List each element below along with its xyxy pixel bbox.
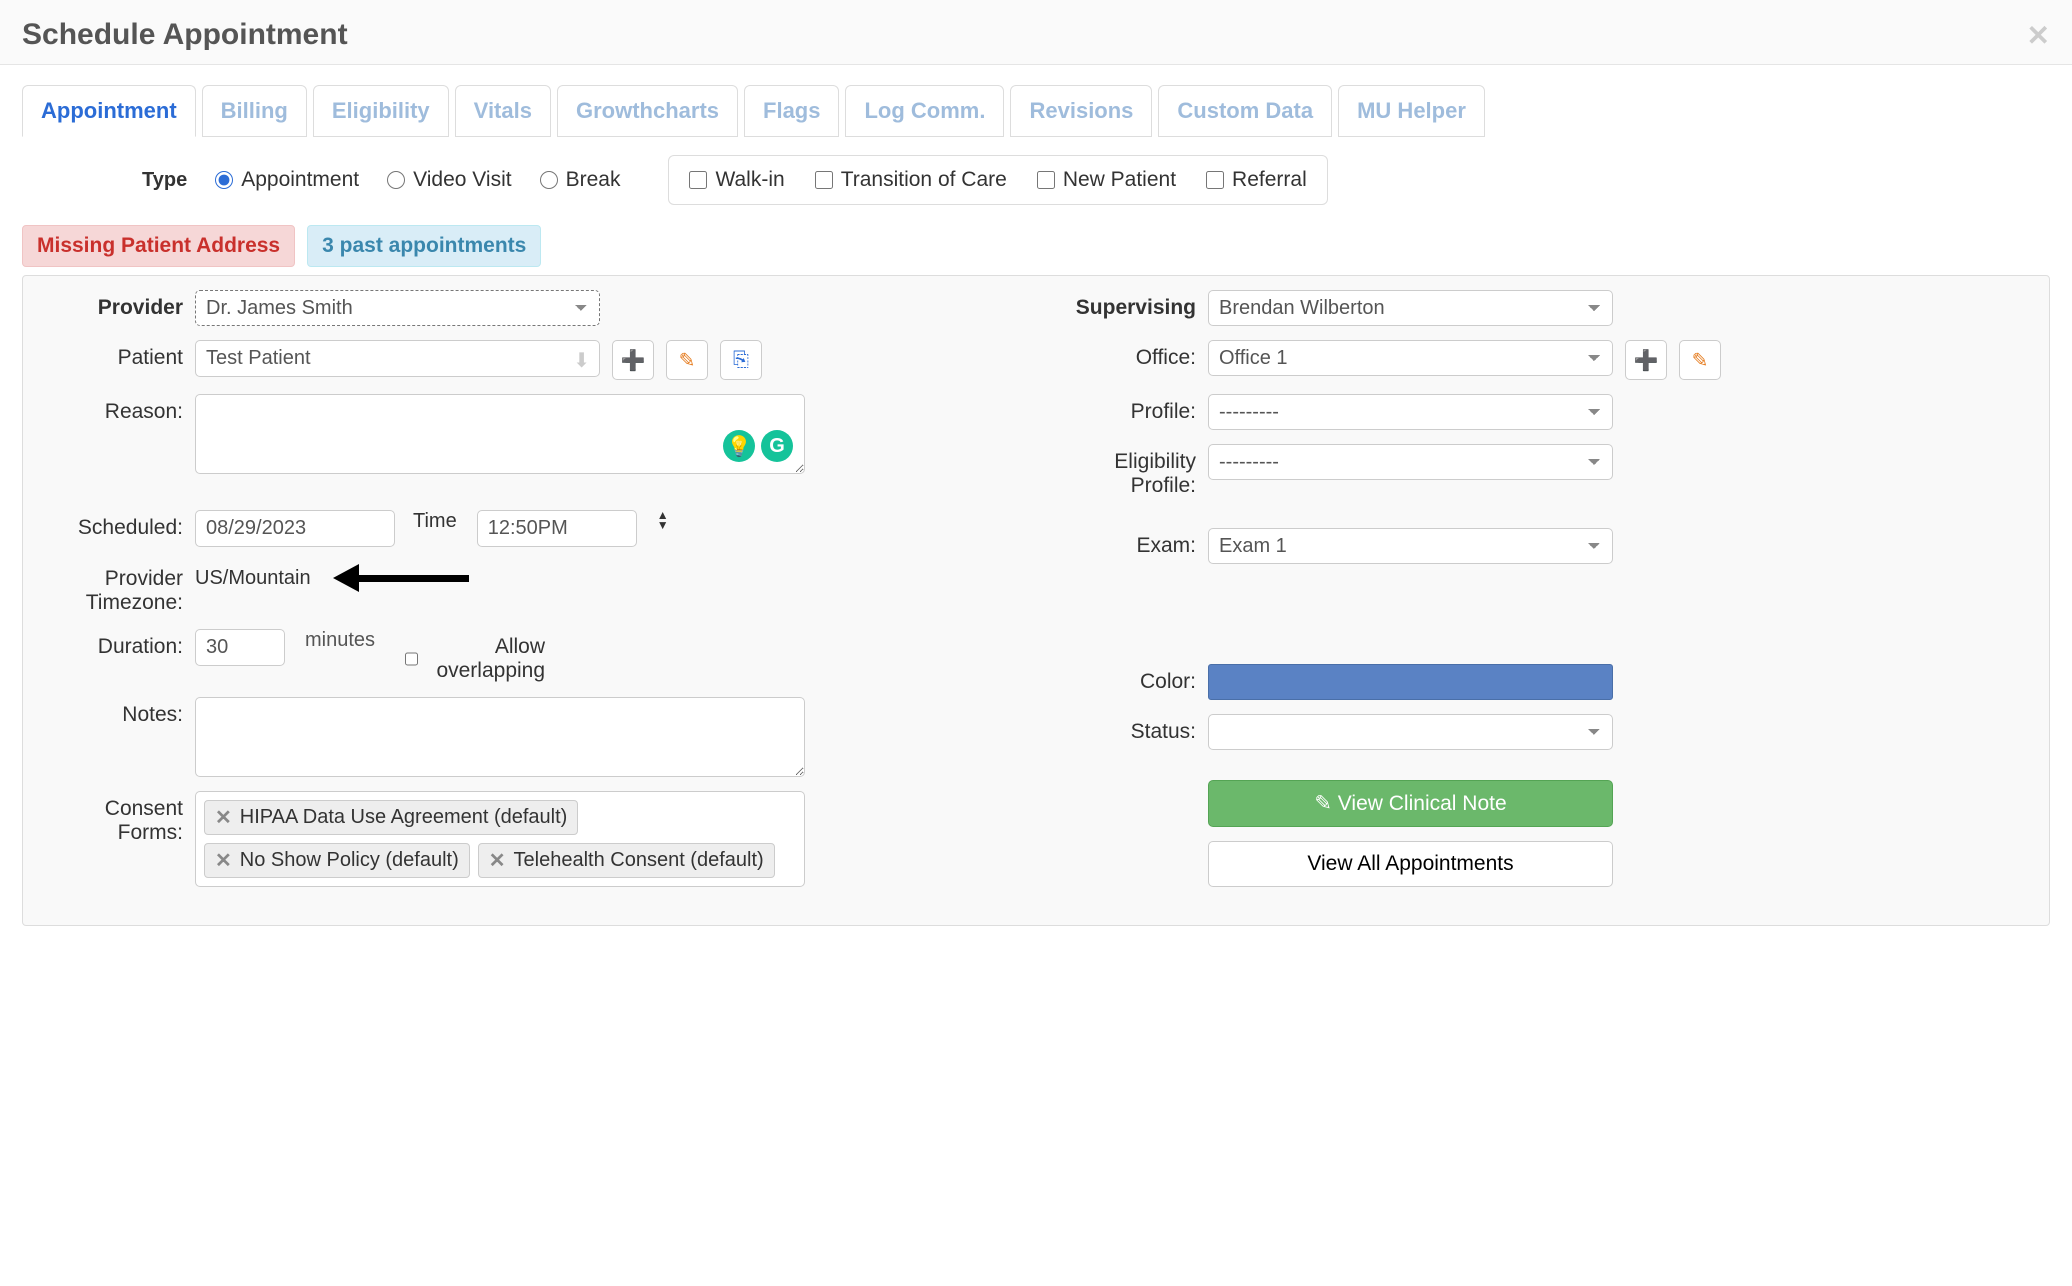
remove-tag-icon[interactable]: ✕ bbox=[215, 848, 232, 873]
tab-eligibility[interactable]: Eligibility bbox=[313, 85, 449, 137]
tab-appointment[interactable]: Appointment bbox=[22, 85, 196, 137]
duration-unit: minutes bbox=[297, 629, 393, 652]
tab-logcomm[interactable]: Log Comm. bbox=[845, 85, 1004, 137]
spacer bbox=[1056, 780, 1196, 810]
notes-textarea[interactable] bbox=[195, 697, 805, 777]
close-icon[interactable]: ✕ bbox=[2027, 19, 2050, 52]
radio-appointment[interactable]: Appointment bbox=[215, 168, 359, 192]
office-select[interactable]: Office 1 bbox=[1208, 340, 1613, 376]
patient-input[interactable] bbox=[195, 340, 600, 377]
tab-revisions[interactable]: Revisions bbox=[1010, 85, 1152, 137]
check-newpatient-label: New Patient bbox=[1063, 168, 1176, 192]
duration-input[interactable] bbox=[195, 629, 285, 666]
radio-break[interactable]: Break bbox=[540, 168, 621, 192]
check-referral[interactable]: Referral bbox=[1206, 168, 1307, 192]
arrow-annotation bbox=[333, 564, 469, 592]
provider-select[interactable]: Dr. James Smith bbox=[195, 290, 600, 326]
radio-appointment-label: Appointment bbox=[241, 168, 359, 192]
open-patient-button[interactable]: ⎘ bbox=[720, 340, 762, 380]
check-toc[interactable]: Transition of Care bbox=[815, 168, 1007, 192]
grammarly-widget[interactable]: 💡 G bbox=[723, 430, 793, 462]
view-clinical-note-button[interactable]: ✎ View Clinical Note bbox=[1208, 780, 1613, 827]
status-select[interactable] bbox=[1208, 714, 1613, 750]
tab-flags[interactable]: Flags bbox=[744, 85, 839, 137]
consent-tag: ✕ Telehealth Consent (default) bbox=[478, 843, 775, 878]
profile-label: Profile: bbox=[1056, 394, 1196, 424]
allow-overlap-label: Allow overlapping bbox=[426, 635, 545, 683]
edit-note-icon: ✎ bbox=[1314, 792, 1332, 815]
lightbulb-icon[interactable]: 💡 bbox=[723, 430, 755, 462]
dialog-title: Schedule Appointment bbox=[22, 18, 348, 52]
consent-forms-box[interactable]: ✕ HIPAA Data Use Agreement (default) ✕ No … bbox=[195, 791, 805, 887]
consent-tag-label: No Show Policy (default) bbox=[240, 849, 459, 872]
tab-muhelper[interactable]: MU Helper bbox=[1338, 85, 1485, 137]
color-swatch[interactable] bbox=[1208, 664, 1613, 700]
tab-vitals[interactable]: Vitals bbox=[455, 85, 551, 137]
view-all-appointments-button[interactable]: View All Appointments bbox=[1208, 841, 1613, 887]
badge-missing-address[interactable]: Missing Patient Address bbox=[22, 225, 295, 267]
scheduled-label: Scheduled: bbox=[43, 510, 183, 540]
exam-select[interactable]: Exam 1 bbox=[1208, 528, 1613, 564]
timezone-label: Provider Timezone: bbox=[43, 561, 183, 615]
check-toc-label: Transition of Care bbox=[841, 168, 1007, 192]
consent-forms-label: Consent Forms: bbox=[43, 791, 183, 845]
remove-tag-icon[interactable]: ✕ bbox=[215, 805, 232, 830]
reason-textarea[interactable] bbox=[195, 394, 805, 474]
type-label: Type bbox=[142, 169, 187, 192]
add-office-button[interactable]: ➕ bbox=[1625, 340, 1667, 380]
radio-video[interactable]: Video Visit bbox=[387, 168, 511, 192]
radio-video-label: Video Visit bbox=[413, 168, 511, 192]
remove-tag-icon[interactable]: ✕ bbox=[489, 848, 506, 873]
supervising-select[interactable]: Brendan Wilberton bbox=[1208, 290, 1613, 326]
edit-office-button[interactable]: ✎ bbox=[1679, 340, 1721, 380]
consent-tag: ✕ No Show Policy (default) bbox=[204, 843, 470, 878]
tab-billing[interactable]: Billing bbox=[202, 85, 307, 137]
chevron-down-icon[interactable]: ⬇ bbox=[573, 348, 590, 373]
timezone-value: US/Mountain bbox=[195, 561, 311, 590]
eligibility-profile-label: Eligibility Profile: bbox=[1056, 444, 1196, 498]
edit-patient-button[interactable]: ✎ bbox=[666, 340, 708, 380]
check-walkin[interactable]: Walk-in bbox=[689, 168, 784, 192]
scheduled-date-input[interactable] bbox=[195, 510, 395, 547]
consent-tag-label: HIPAA Data Use Agreement (default) bbox=[240, 806, 568, 829]
check-walkin-label: Walk-in bbox=[715, 168, 784, 192]
tab-customdata[interactable]: Custom Data bbox=[1158, 85, 1332, 137]
consent-tag-label: Telehealth Consent (default) bbox=[514, 849, 764, 872]
duration-label: Duration: bbox=[43, 629, 183, 659]
view-clinical-note-label: View Clinical Note bbox=[1338, 792, 1507, 815]
grammarly-icon[interactable]: G bbox=[761, 430, 793, 462]
chevron-down-icon[interactable]: ▼ bbox=[657, 520, 669, 530]
check-referral-label: Referral bbox=[1232, 168, 1307, 192]
notes-label: Notes: bbox=[43, 697, 183, 727]
eligibility-profile-select[interactable]: --------- bbox=[1208, 444, 1613, 480]
status-label: Status: bbox=[1056, 714, 1196, 744]
profile-select[interactable]: --------- bbox=[1208, 394, 1613, 430]
badge-past-appointments[interactable]: 3 past appointments bbox=[307, 225, 541, 267]
check-newpatient[interactable]: New Patient bbox=[1037, 168, 1176, 192]
supervising-label: Supervising bbox=[1056, 290, 1196, 320]
add-patient-button[interactable]: ➕ bbox=[612, 340, 654, 380]
scheduled-time-input[interactable] bbox=[477, 510, 637, 547]
patient-label: Patient bbox=[43, 340, 183, 370]
exam-label: Exam: bbox=[1056, 528, 1196, 558]
tab-bar: Appointment Billing Eligibility Vitals G… bbox=[22, 85, 2050, 137]
consent-tag: ✕ HIPAA Data Use Agreement (default) bbox=[204, 800, 578, 835]
allow-overlap-checkbox[interactable]: Allow overlapping bbox=[405, 629, 545, 683]
office-label: Office: bbox=[1056, 340, 1196, 370]
reason-label: Reason: bbox=[43, 394, 183, 424]
spacer bbox=[1056, 841, 1196, 871]
color-label: Color: bbox=[1056, 664, 1196, 694]
time-label: Time bbox=[407, 510, 465, 533]
radio-break-label: Break bbox=[566, 168, 621, 192]
type-flags-group: Walk-in Transition of Care New Patient R… bbox=[668, 155, 1327, 205]
time-stepper[interactable]: ▲▼ bbox=[657, 510, 669, 530]
tab-growthcharts[interactable]: Growthcharts bbox=[557, 85, 738, 137]
provider-label: Provider bbox=[43, 290, 183, 320]
